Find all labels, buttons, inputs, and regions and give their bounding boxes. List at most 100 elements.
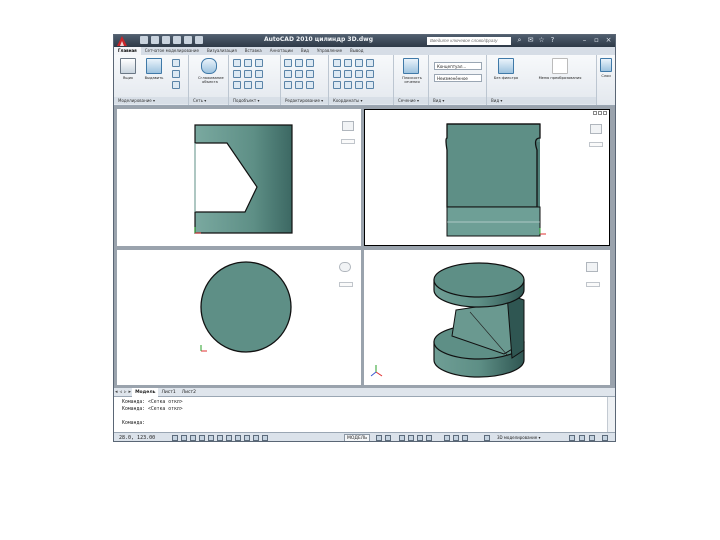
- lwt-toggle-icon[interactable]: [253, 435, 259, 441]
- viewport-top-right[interactable]: [364, 109, 610, 246]
- box-button[interactable]: Ящик: [117, 58, 139, 92]
- command-prompt[interactable]: Команда:: [122, 421, 145, 426]
- mesh-cone-icon[interactable]: [244, 81, 252, 89]
- filter-edge-icon[interactable]: [244, 59, 252, 67]
- ucs-world-icon[interactable]: [333, 59, 341, 67]
- smooth-object-button[interactable]: Сглаживание объекта: [198, 58, 224, 92]
- wcs-menu-icon[interactable]: [589, 142, 603, 147]
- top-circle-shape[interactable]: [200, 261, 292, 353]
- subtract-icon[interactable]: [244, 70, 252, 78]
- tab-manage[interactable]: Управление: [313, 47, 346, 55]
- wcs-menu-icon[interactable]: [586, 282, 600, 287]
- tab-view[interactable]: Вид: [297, 47, 313, 55]
- save-icon[interactable]: [162, 36, 170, 44]
- plot-icon[interactable]: [173, 36, 181, 44]
- tab-render[interactable]: Визуализация: [203, 47, 241, 55]
- ucs-previous-icon[interactable]: [344, 81, 352, 89]
- move-gizmo-button[interactable]: Меню преобразования: [537, 58, 583, 92]
- no-filter-button[interactable]: Без фильтра: [491, 58, 521, 92]
- fillet-icon[interactable]: [284, 81, 292, 89]
- polar-toggle-icon[interactable]: [199, 435, 205, 441]
- search-icon[interactable]: ⌕: [516, 36, 523, 44]
- viewcube-icon[interactable]: [590, 124, 602, 134]
- extrude-button[interactable]: Выдавить: [143, 58, 165, 92]
- command-line[interactable]: Команда: <Сетка откл> Команда: <Сетка от…: [114, 397, 615, 433]
- tab-output[interactable]: Вывод: [346, 47, 367, 55]
- steering-wheel-icon[interactable]: [417, 435, 423, 441]
- viewcube-icon[interactable]: [339, 262, 351, 272]
- line-icon[interactable]: [284, 59, 292, 67]
- mesh-box-icon[interactable]: [233, 81, 241, 89]
- sweep-icon[interactable]: [172, 70, 180, 78]
- front-profile-shape[interactable]: [194, 124, 293, 234]
- ucs-icon-toggle-icon[interactable]: [366, 81, 374, 89]
- lock-icon[interactable]: [569, 435, 575, 441]
- ducs-toggle-icon[interactable]: [235, 435, 241, 441]
- close-viewport-icon[interactable]: [603, 111, 607, 115]
- ucs-view-icon[interactable]: [366, 59, 374, 67]
- ucs-x-icon[interactable]: [333, 70, 341, 78]
- tab-annotate[interactable]: Аннотации: [266, 47, 297, 55]
- quick-view-drawings-icon[interactable]: [385, 435, 391, 441]
- tab-model[interactable]: Модель: [132, 387, 159, 397]
- coordinate-readout[interactable]: 28.0, 123.00: [119, 434, 155, 441]
- loft-icon[interactable]: [172, 81, 180, 89]
- drawing-area[interactable]: [114, 106, 615, 388]
- hardware-acceleration-icon[interactable]: [579, 435, 585, 441]
- mesh-sphere-icon[interactable]: [255, 81, 263, 89]
- tab-layout2[interactable]: Лист2: [179, 388, 199, 397]
- section-plane-button[interactable]: Плоскость сечения: [400, 58, 422, 92]
- tab-insert[interactable]: Вставка: [241, 47, 266, 55]
- new-file-icon[interactable]: [140, 36, 148, 44]
- grid-toggle-icon[interactable]: [181, 435, 187, 441]
- viewport-top-left[interactable]: [117, 109, 361, 246]
- ucs-origin-icon[interactable]: [344, 59, 352, 67]
- osnap-toggle-icon[interactable]: [208, 435, 214, 441]
- ucs-z-icon[interactable]: [355, 70, 363, 78]
- pan-icon[interactable]: [399, 435, 405, 441]
- snap-toggle-icon[interactable]: [172, 435, 178, 441]
- union-icon[interactable]: [233, 70, 241, 78]
- isolate-objects-icon[interactable]: [589, 435, 595, 441]
- viewport-bottom-right[interactable]: [364, 250, 610, 385]
- chamfer-icon[interactable]: [295, 81, 303, 89]
- rotate-icon[interactable]: [295, 70, 303, 78]
- viewcube-icon[interactable]: [586, 262, 598, 272]
- wcs-menu-icon[interactable]: [341, 139, 355, 144]
- help-search-input[interactable]: [427, 37, 511, 45]
- revolve-icon[interactable]: [172, 59, 180, 67]
- 3dosnap-toggle-icon[interactable]: [217, 435, 223, 441]
- viewcube-icon[interactable]: [342, 121, 354, 131]
- ucs-face-icon[interactable]: [333, 81, 341, 89]
- layers-button[interactable]: Слои: [597, 58, 615, 92]
- zoom-icon[interactable]: [408, 435, 414, 441]
- workspace-selector[interactable]: 3D моделирование ▾: [497, 434, 541, 441]
- redo-icon[interactable]: [195, 36, 203, 44]
- minimize-icon[interactable]: –: [581, 36, 588, 44]
- restore-viewport-icon[interactable]: [598, 111, 602, 115]
- ortho-toggle-icon[interactable]: [190, 435, 196, 441]
- showmotion-icon[interactable]: [426, 435, 432, 441]
- named-view-dropdown[interactable]: Неизменённое: [434, 74, 482, 82]
- command-scrollbar[interactable]: [607, 397, 615, 432]
- filter-face-icon[interactable]: [255, 59, 263, 67]
- ucs-3point-icon[interactable]: [355, 59, 363, 67]
- tab-home[interactable]: Главная: [114, 47, 141, 55]
- scale-icon[interactable]: [306, 70, 314, 78]
- filter-vertex-icon[interactable]: [233, 59, 241, 67]
- favorites-icon[interactable]: ☆: [538, 36, 545, 44]
- wcs-menu-icon[interactable]: [339, 282, 353, 287]
- visual-style-dropdown[interactable]: Концептуал...: [434, 62, 482, 70]
- help-icon[interactable]: ?: [549, 36, 556, 44]
- open-file-icon[interactable]: [151, 36, 159, 44]
- minimize-viewport-icon[interactable]: [593, 111, 597, 115]
- qp-toggle-icon[interactable]: [262, 435, 268, 441]
- model-space-button[interactable]: МОДЕЛЬ: [344, 434, 371, 441]
- top-disk-shape[interactable]: [433, 262, 525, 298]
- quick-view-layouts-icon[interactable]: [376, 435, 382, 441]
- ucs-object-icon[interactable]: [366, 70, 374, 78]
- maximize-icon[interactable]: ▫: [593, 36, 600, 44]
- workspace-switch-icon[interactable]: [484, 435, 490, 441]
- clean-screen-icon[interactable]: [602, 435, 608, 441]
- arc-icon[interactable]: [306, 59, 314, 67]
